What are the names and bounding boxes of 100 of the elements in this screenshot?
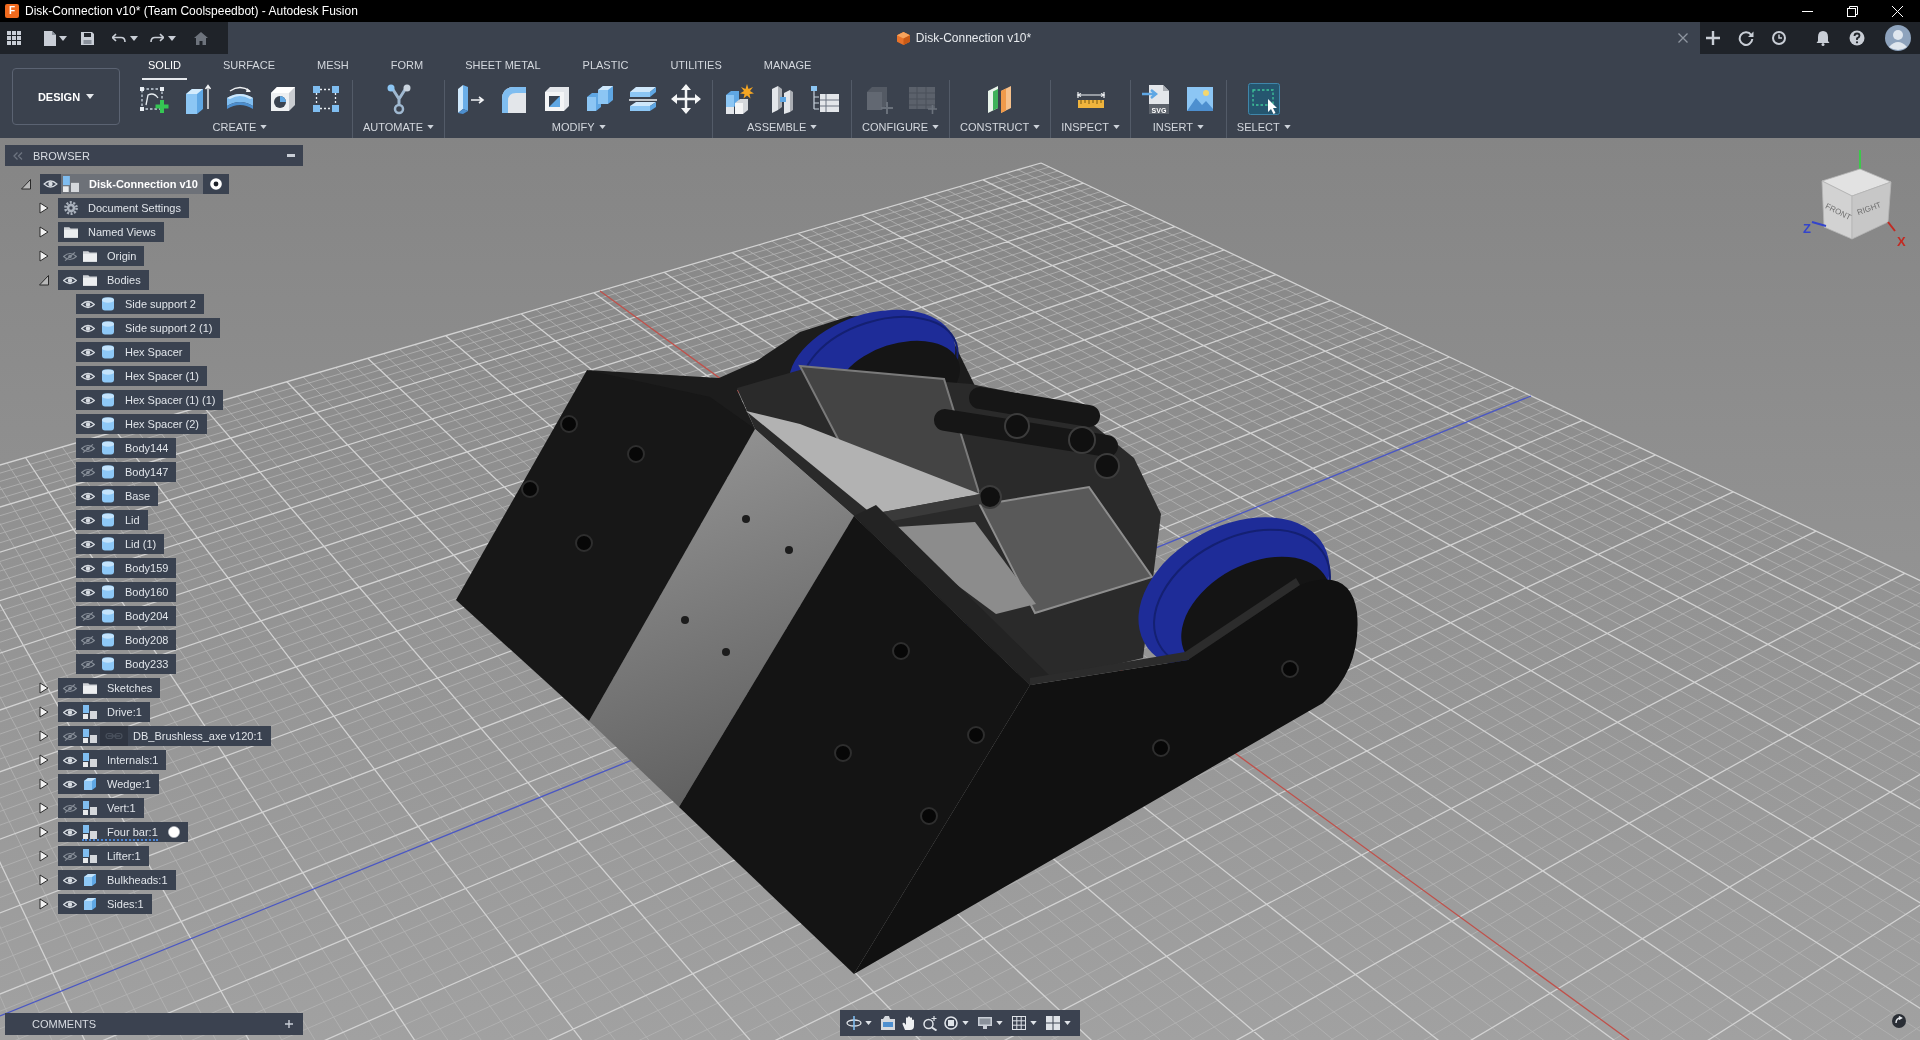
robot-model-drawing[interactable] — [456, 309, 1358, 974]
tree-item[interactable]: Hex Spacer (1) — [76, 366, 207, 386]
radio-button[interactable] — [167, 826, 180, 838]
tree-item[interactable]: Body147 — [76, 462, 177, 482]
caret-icon[interactable] — [996, 1021, 1003, 1025]
eye-icon[interactable] — [81, 515, 95, 525]
tree-item[interactable]: Document Settings — [58, 198, 189, 218]
caret-right-icon[interactable] — [39, 826, 49, 838]
caret-right-icon[interactable] — [39, 754, 49, 766]
caret-right-icon[interactable] — [39, 778, 49, 790]
eye-icon[interactable] — [63, 707, 77, 717]
workspace-dropdown[interactable]: DESIGN — [12, 68, 120, 125]
ribbon-tab[interactable]: MESH — [311, 54, 355, 80]
caret-right-icon[interactable] — [39, 850, 49, 862]
eye-icon[interactable] — [81, 347, 95, 357]
caret-icon[interactable] — [962, 1021, 969, 1025]
tree-item[interactable]: Side support 2 (1) — [76, 318, 221, 338]
caret-right-icon[interactable] — [39, 706, 49, 718]
eye-slash-icon[interactable] — [81, 443, 95, 453]
panel-dropdown-button[interactable]: MODIFY — [551, 121, 606, 133]
panel-dropdown-button[interactable]: CONSTRUCT — [960, 121, 1041, 133]
tree-item[interactable]: Sketches — [58, 678, 161, 698]
caret-icon[interactable] — [1064, 1021, 1071, 1025]
eye-icon[interactable] — [63, 827, 77, 837]
tree-item[interactable]: Body233 — [76, 654, 177, 674]
caret-right-icon[interactable] — [39, 202, 49, 214]
avatar-icon[interactable] — [1885, 25, 1911, 51]
eye-slash-icon[interactable] — [63, 851, 77, 861]
document-tab[interactable]: Disk-Connection v10* — [228, 22, 1700, 54]
caret-right-icon[interactable] — [39, 226, 49, 238]
camera-icon[interactable] — [880, 1015, 896, 1031]
caret-right-icon[interactable] — [39, 874, 49, 886]
tree-item[interactable]: Body208 — [76, 630, 177, 650]
file-icon[interactable] — [44, 30, 56, 46]
redo-icon[interactable] — [150, 33, 164, 43]
eye-slash-icon[interactable] — [81, 611, 95, 621]
eye-icon[interactable] — [63, 275, 77, 285]
panel-dropdown-button[interactable]: CONFIGURE — [862, 121, 940, 133]
caret-right-icon[interactable] — [39, 802, 49, 814]
viewports-icon[interactable] — [1045, 1015, 1061, 1031]
eye-icon[interactable] — [81, 563, 95, 573]
tree-item[interactable]: Four bar:1 — [58, 822, 188, 842]
eye-icon[interactable] — [40, 174, 61, 194]
grid-icon[interactable] — [1011, 1015, 1027, 1031]
tree-item[interactable]: Bulkheads:1 — [58, 870, 176, 890]
corner-triangle-icon[interactable] — [21, 178, 31, 190]
eye-slash-icon[interactable] — [81, 659, 95, 669]
eye-slash-icon[interactable] — [81, 635, 95, 645]
eye-slash-icon[interactable] — [81, 467, 95, 477]
ribbon-tab[interactable]: FORM — [384, 54, 430, 80]
tree-item[interactable]: Drive:1 — [58, 702, 150, 722]
bell-icon[interactable] — [1815, 30, 1831, 46]
help-icon[interactable] — [1849, 30, 1865, 46]
plus-icon[interactable] — [1705, 30, 1721, 46]
panel-dropdown-button[interactable]: INSERT — [1152, 121, 1204, 133]
ribbon-tab[interactable]: UTILITIES — [664, 54, 728, 80]
cubes-star-icon[interactable] — [723, 83, 756, 115]
hand-icon[interactable] — [901, 1015, 917, 1031]
tree-item[interactable]: Base — [76, 486, 159, 506]
panel-dropdown-button[interactable]: INSPECT — [1061, 121, 1120, 133]
panel-dropdown-button[interactable]: CREATE — [212, 121, 268, 133]
eye-slash-icon[interactable] — [63, 251, 77, 261]
eye-icon[interactable] — [63, 755, 77, 765]
eye-icon[interactable] — [63, 899, 77, 909]
corner-triangle-icon[interactable] — [39, 274, 49, 286]
restore-icon[interactable] — [1847, 5, 1858, 17]
eye-icon[interactable] — [81, 323, 95, 333]
caret-right-icon[interactable] — [39, 250, 49, 262]
tree-item[interactable]: Named Views — [58, 222, 164, 242]
eye-slash-icon[interactable] — [63, 803, 77, 813]
circle-arrow-icon[interactable] — [1738, 30, 1754, 46]
caret-right-icon[interactable] — [39, 898, 49, 910]
ribbon-tab[interactable]: SOLID — [142, 54, 187, 80]
eye-slash-icon[interactable] — [63, 683, 77, 693]
monitor-icon[interactable] — [977, 1015, 993, 1031]
eye-icon[interactable] — [81, 395, 95, 405]
eye-icon[interactable] — [63, 779, 77, 789]
ribbon-tab[interactable]: PLASTIC — [576, 54, 635, 80]
tree-item[interactable]: Hex Spacer — [76, 342, 191, 362]
eye-icon[interactable] — [81, 587, 95, 597]
tree-item[interactable]: Wedge:1 — [58, 774, 159, 794]
tree-item[interactable]: Hex Spacer (2) — [76, 414, 207, 434]
tree-item[interactable]: Lid (1) — [76, 534, 165, 554]
eye-icon[interactable] — [81, 539, 95, 549]
caret-icon[interactable] — [59, 35, 67, 41]
tree-item[interactable]: Vert:1 — [58, 798, 144, 818]
tree-item[interactable]: Lid — [76, 510, 148, 530]
tree-item[interactable]: Origin — [58, 246, 145, 266]
clock-icon[interactable] — [1771, 30, 1787, 46]
save-icon[interactable] — [81, 31, 94, 45]
radio-button[interactable] — [202, 174, 229, 194]
home-icon[interactable] — [194, 31, 208, 45]
tree-item[interactable]: Lifter:1 — [58, 846, 149, 866]
panel-dropdown-button[interactable]: AUTOMATE — [363, 121, 435, 133]
eye-icon[interactable] — [63, 875, 77, 885]
panel-dropdown-button[interactable]: SELECT — [1236, 121, 1291, 133]
tree-item[interactable]: Body144 — [76, 438, 177, 458]
tree-item[interactable]: Disk-Connection v10 — [40, 174, 229, 194]
caret-icon[interactable] — [865, 1021, 872, 1025]
caret-icon[interactable] — [1030, 1021, 1037, 1025]
